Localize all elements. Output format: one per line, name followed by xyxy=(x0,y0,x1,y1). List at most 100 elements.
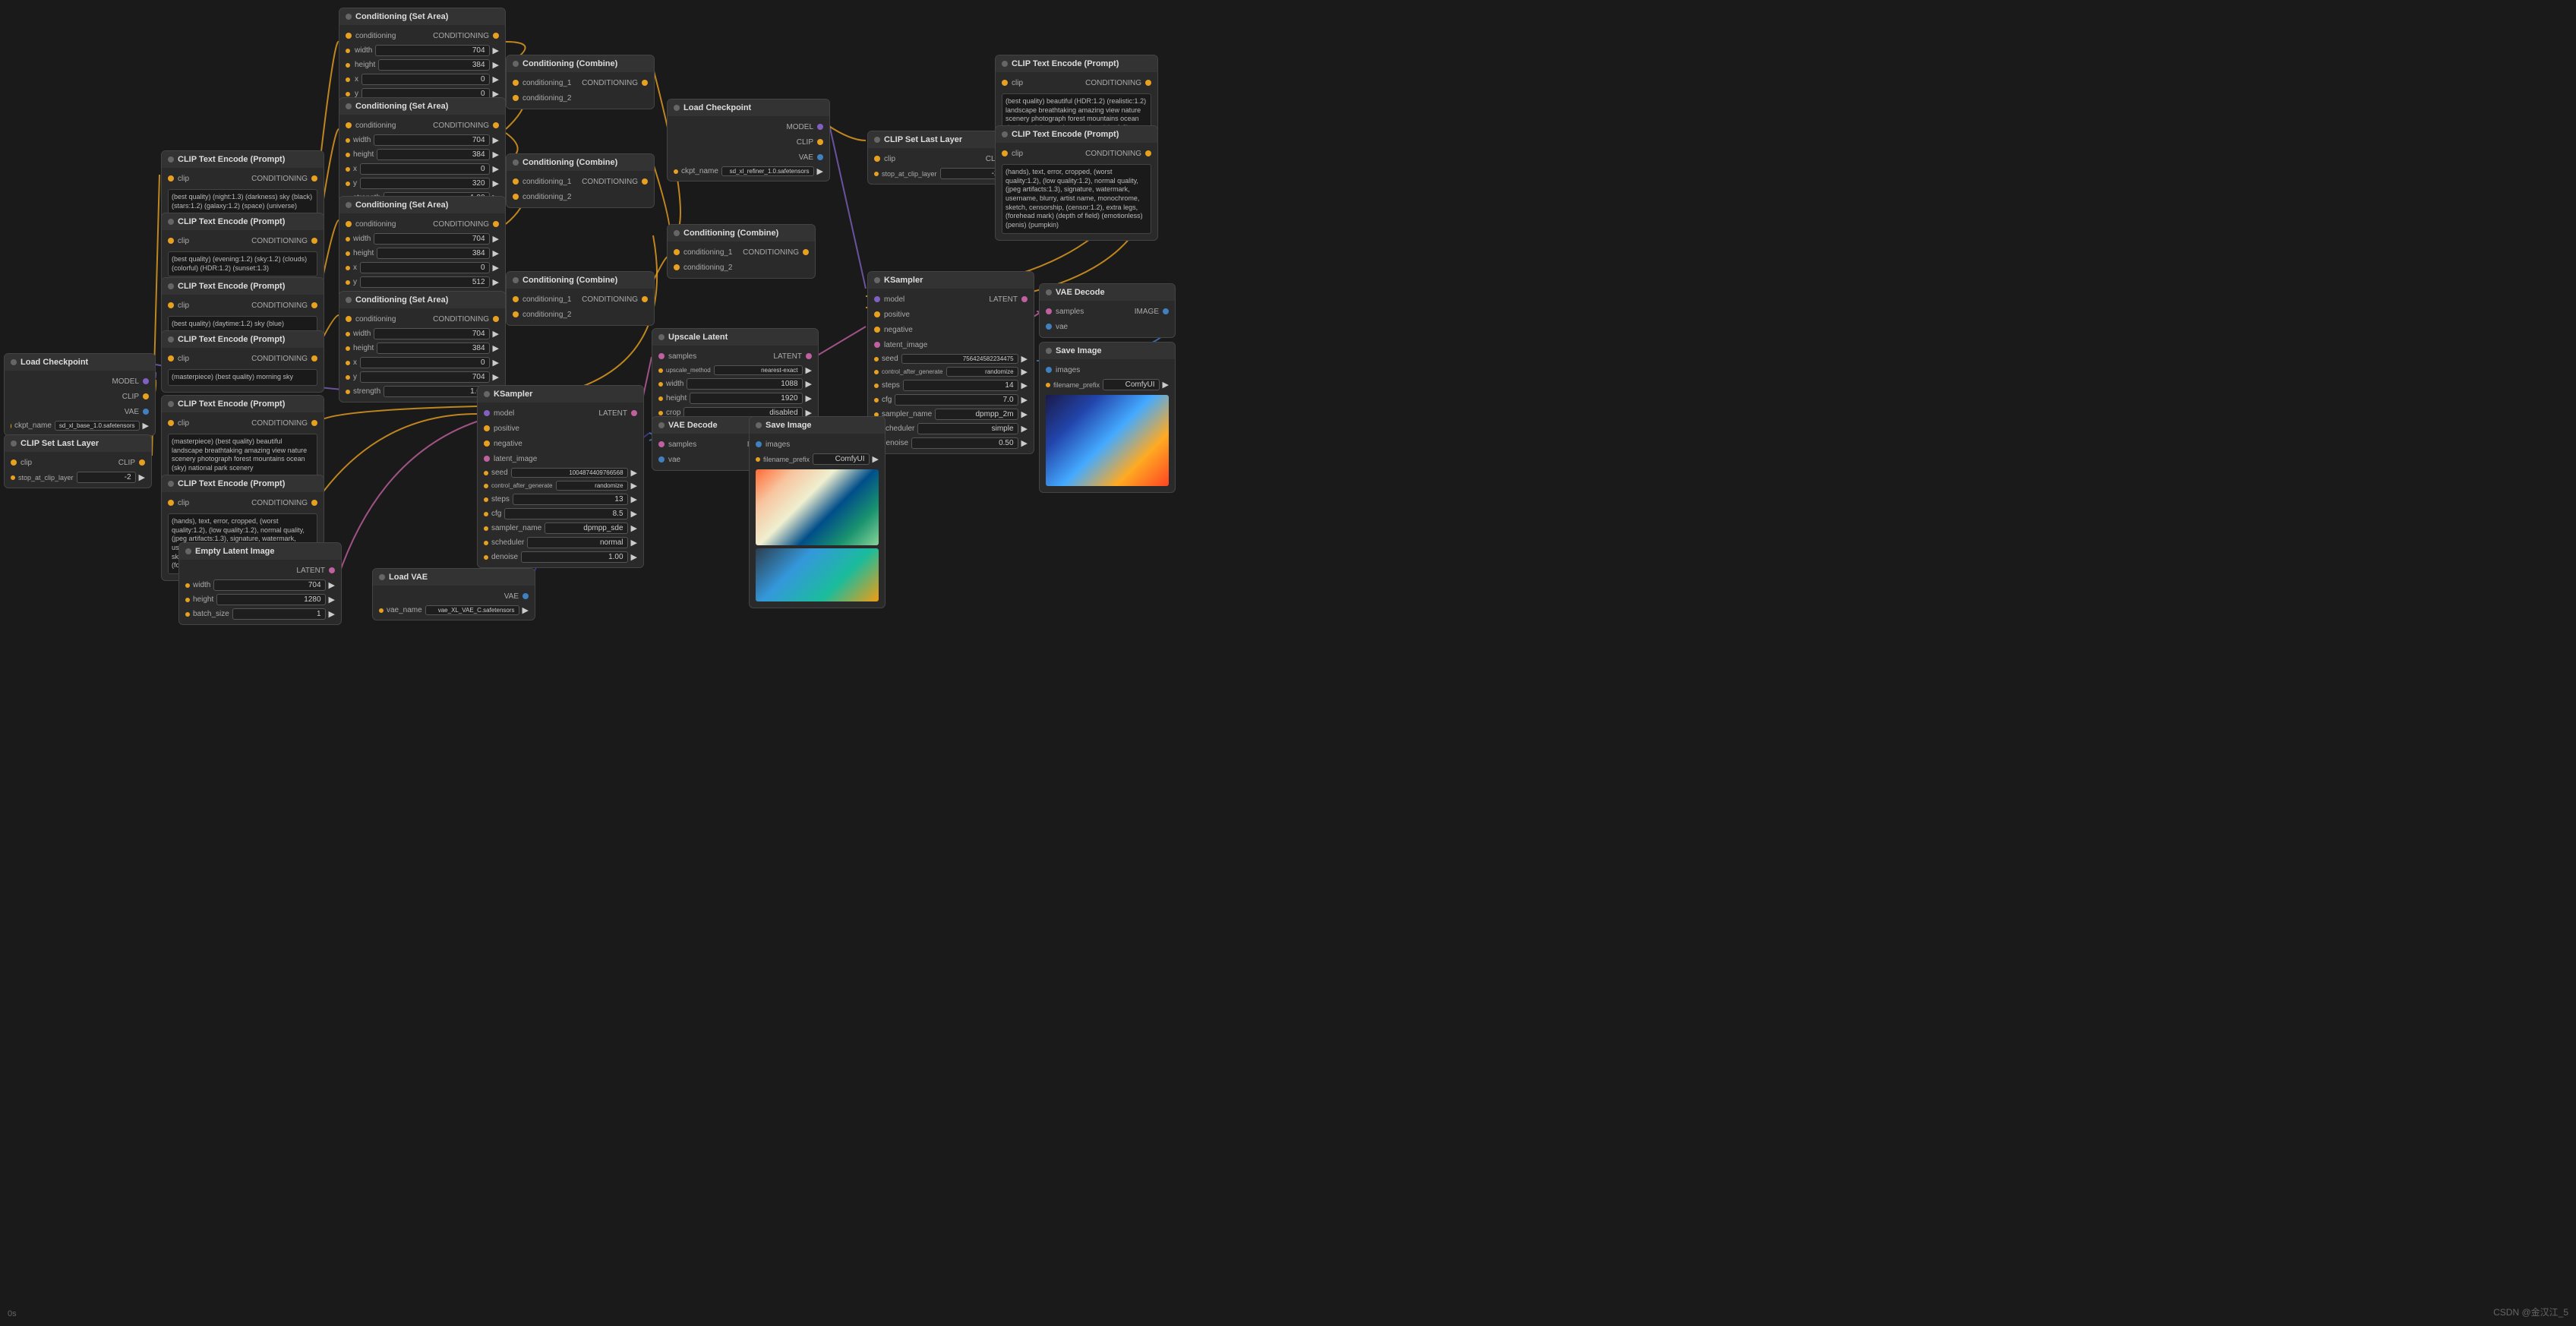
port-cond2-in[interactable] xyxy=(513,95,519,101)
port-vae-out[interactable] xyxy=(817,154,823,160)
node-graph-canvas[interactable]: Conditioning (Set Area) conditioning CON… xyxy=(0,0,2576,1326)
upscale-latent-title: Upscale Latent xyxy=(668,333,728,342)
port-clip-in[interactable] xyxy=(168,500,174,506)
port-vae-in[interactable] xyxy=(1046,324,1052,330)
conditioning-set-area-2-title: Conditioning (Set Area) xyxy=(355,102,448,111)
port-conditioning-out[interactable] xyxy=(493,33,499,39)
header-dot xyxy=(185,548,191,554)
clip-text-2-content: (best quality) (evening:1.2) (sky:1.2) (… xyxy=(168,251,317,276)
port-conditioning-out[interactable] xyxy=(642,80,648,86)
port-samples-in[interactable] xyxy=(1046,308,1052,314)
port-images-in[interactable] xyxy=(1046,367,1052,373)
port-clip-out[interactable] xyxy=(817,139,823,145)
load-checkpoint-2-header: Load Checkpoint xyxy=(5,354,155,371)
load-checkpoint-2: Load Checkpoint MODEL CLIP VAE xyxy=(4,353,156,436)
port-negative-in[interactable] xyxy=(874,327,880,333)
clip-text-encode-2-header: CLIP Text Encode (Prompt) xyxy=(162,213,324,230)
port-cond1-in[interactable] xyxy=(513,178,519,185)
port-conditioning-out[interactable] xyxy=(311,355,317,361)
port-cond1-in[interactable] xyxy=(513,296,519,302)
port-clip-in[interactable] xyxy=(1002,150,1008,156)
header-dot xyxy=(379,574,385,580)
header-dot xyxy=(168,336,174,343)
header-dot xyxy=(874,277,880,283)
save-image-1-preview2 xyxy=(756,548,879,601)
save-image-2-header: Save Image xyxy=(1040,343,1175,359)
port-latent-in[interactable] xyxy=(484,456,490,462)
port-conditioning-in[interactable] xyxy=(346,221,352,227)
port-samples-in[interactable] xyxy=(658,441,665,447)
clip-text-encode-5-title: CLIP Text Encode (Prompt) xyxy=(178,399,285,409)
port-conditioning-out[interactable] xyxy=(493,316,499,322)
port-model-out[interactable] xyxy=(817,124,823,130)
port-conditioning-out[interactable] xyxy=(311,302,317,308)
port-clip-in[interactable] xyxy=(168,420,174,426)
clip-text-encode-2-title: CLIP Text Encode (Prompt) xyxy=(178,217,285,226)
port-model-in[interactable] xyxy=(484,410,490,416)
port-conditioning-out[interactable] xyxy=(642,178,648,185)
port-clip-in[interactable] xyxy=(168,238,174,244)
port-clip-in[interactable] xyxy=(1002,80,1008,86)
clip-text-encode-r2-header: CLIP Text Encode (Prompt) xyxy=(996,126,1157,143)
conditioning-combine-2-header: Conditioning (Combine) xyxy=(507,154,654,171)
port-clip-in[interactable] xyxy=(168,175,174,182)
clip-text-encode-6-header: CLIP Text Encode (Prompt) xyxy=(162,475,324,492)
port-vae-in[interactable] xyxy=(658,456,665,463)
port-cond2-in[interactable] xyxy=(513,311,519,317)
port-clip-out[interactable] xyxy=(139,459,145,466)
vae-decode-2-header: VAE Decode xyxy=(1040,284,1175,301)
port-latent-in[interactable] xyxy=(874,342,880,348)
port-conditioning-out[interactable] xyxy=(1145,150,1151,156)
port-conditioning-in[interactable] xyxy=(346,316,352,322)
port-conditioning-out[interactable] xyxy=(311,175,317,182)
port-image-out[interactable] xyxy=(1163,308,1169,314)
port-clip-in[interactable] xyxy=(11,459,17,466)
port-latent-out[interactable] xyxy=(1021,296,1028,302)
port-vae-out[interactable] xyxy=(143,409,149,415)
header-dot xyxy=(658,422,665,428)
port-conditioning-out[interactable] xyxy=(311,420,317,426)
port-negative-in[interactable] xyxy=(484,440,490,447)
port-conditioning-out[interactable] xyxy=(311,238,317,244)
conditioning-set-area-4-header: Conditioning (Set Area) xyxy=(339,292,505,308)
save-image-1: Save Image images filename_prefix ComfyU… xyxy=(749,416,886,608)
port-clip-in[interactable] xyxy=(168,302,174,308)
header-dot xyxy=(168,481,174,487)
port-conditioning-out[interactable] xyxy=(493,122,499,128)
port-clip-in[interactable] xyxy=(874,156,880,162)
conditioning-set-area-1-title: Conditioning (Set Area) xyxy=(355,12,448,21)
port-clip-in[interactable] xyxy=(168,355,174,361)
port-conditioning-out[interactable] xyxy=(493,221,499,227)
port-conditioning-out[interactable] xyxy=(311,500,317,506)
port-cond1-in[interactable] xyxy=(674,249,680,255)
save-image-2-title: Save Image xyxy=(1056,346,1102,355)
header-dot xyxy=(1046,289,1052,295)
port-latent-out[interactable] xyxy=(329,567,335,573)
port-cond2-in[interactable] xyxy=(513,194,519,200)
header-dot xyxy=(513,277,519,283)
port-positive-in[interactable] xyxy=(874,311,880,317)
port-conditioning-out[interactable] xyxy=(642,296,648,302)
upscale-latent-header: Upscale Latent xyxy=(652,329,818,346)
port-cond1-in[interactable] xyxy=(513,80,519,86)
port-latent-out[interactable] xyxy=(631,410,637,416)
clip-text-encode-r1-header: CLIP Text Encode (Prompt) xyxy=(996,55,1157,72)
port-samples-in[interactable] xyxy=(658,353,665,359)
port-conditioning-out[interactable] xyxy=(1145,80,1151,86)
load-checkpoint-1: Load Checkpoint MODEL CLIP VAE xyxy=(667,99,830,182)
port-cond2-in[interactable] xyxy=(674,264,680,270)
clip-text-encode-3-header: CLIP Text Encode (Prompt) xyxy=(162,278,324,295)
port-conditioning-out[interactable] xyxy=(803,249,809,255)
port-vae-out[interactable] xyxy=(522,593,529,599)
port-model-out[interactable] xyxy=(143,378,149,384)
port-model-in[interactable] xyxy=(874,296,880,302)
port-latent-out[interactable] xyxy=(806,353,812,359)
port-positive-in[interactable] xyxy=(484,425,490,431)
port-conditioning-in[interactable] xyxy=(346,33,352,39)
port-images-in[interactable] xyxy=(756,441,762,447)
conditioning-combine-4-title: Conditioning (Combine) xyxy=(683,229,778,238)
port-clip-out[interactable] xyxy=(143,393,149,399)
port-conditioning-in[interactable] xyxy=(346,122,352,128)
clip-text-4-content: (masterpiece) (best quality) morning sky xyxy=(168,369,317,386)
clip-text-encode-5: CLIP Text Encode (Prompt) clip CONDITION… xyxy=(161,395,324,484)
